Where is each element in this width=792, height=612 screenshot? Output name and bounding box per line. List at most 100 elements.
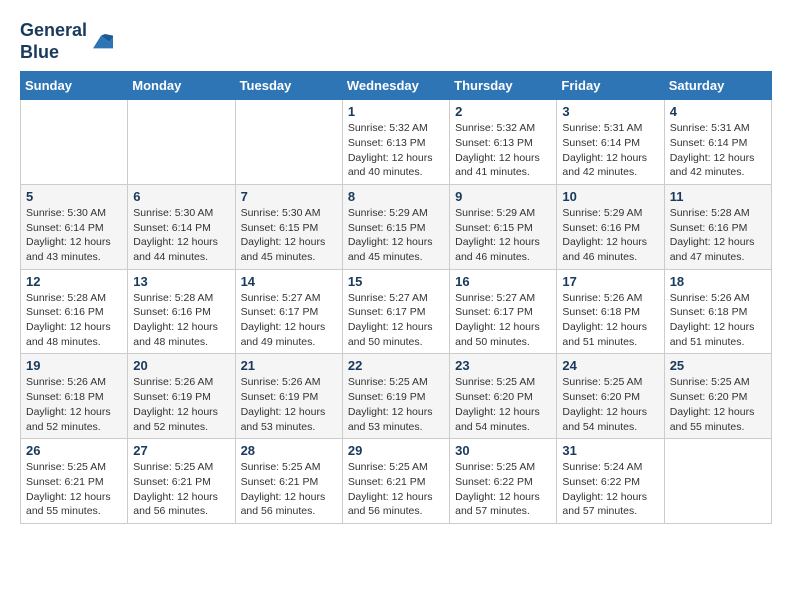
day-info: Sunrise: 5:26 AMSunset: 6:18 PMDaylight:… (562, 291, 658, 350)
day-info: Sunrise: 5:28 AMSunset: 6:16 PMDaylight:… (133, 291, 229, 350)
day-info: Sunrise: 5:25 AMSunset: 6:20 PMDaylight:… (670, 375, 766, 434)
day-number: 11 (670, 189, 766, 204)
day-info: Sunrise: 5:25 AMSunset: 6:21 PMDaylight:… (348, 460, 444, 519)
day-number: 28 (241, 443, 337, 458)
day-info: Sunrise: 5:30 AMSunset: 6:14 PMDaylight:… (26, 206, 122, 265)
day-info: Sunrise: 5:27 AMSunset: 6:17 PMDaylight:… (241, 291, 337, 350)
day-number: 21 (241, 358, 337, 373)
week-row-3: 12 Sunrise: 5:28 AMSunset: 6:16 PMDayligh… (21, 269, 772, 354)
week-row-5: 26 Sunrise: 5:25 AMSunset: 6:21 PMDayligh… (21, 439, 772, 524)
calendar-cell: 23 Sunrise: 5:25 AMSunset: 6:20 PMDayligh… (450, 354, 557, 439)
weekday-header-monday: Monday (128, 72, 235, 100)
weekday-header-thursday: Thursday (450, 72, 557, 100)
calendar-cell: 30 Sunrise: 5:25 AMSunset: 6:22 PMDayligh… (450, 439, 557, 524)
day-info: Sunrise: 5:28 AMSunset: 6:16 PMDaylight:… (670, 206, 766, 265)
calendar-cell: 2 Sunrise: 5:32 AMSunset: 6:13 PMDaylight… (450, 100, 557, 185)
calendar-cell: 26 Sunrise: 5:25 AMSunset: 6:21 PMDayligh… (21, 439, 128, 524)
day-number: 16 (455, 274, 551, 289)
day-number: 10 (562, 189, 658, 204)
calendar-cell: 19 Sunrise: 5:26 AMSunset: 6:18 PMDayligh… (21, 354, 128, 439)
day-number: 14 (241, 274, 337, 289)
day-info: Sunrise: 5:25 AMSunset: 6:22 PMDaylight:… (455, 460, 551, 519)
day-number: 6 (133, 189, 229, 204)
day-info: Sunrise: 5:32 AMSunset: 6:13 PMDaylight:… (455, 121, 551, 180)
day-info: Sunrise: 5:25 AMSunset: 6:21 PMDaylight:… (26, 460, 122, 519)
day-info: Sunrise: 5:25 AMSunset: 6:21 PMDaylight:… (133, 460, 229, 519)
calendar-cell (235, 100, 342, 185)
week-row-2: 5 Sunrise: 5:30 AMSunset: 6:14 PMDaylight… (21, 184, 772, 269)
day-number: 5 (26, 189, 122, 204)
day-number: 3 (562, 104, 658, 119)
day-info: Sunrise: 5:25 AMSunset: 6:19 PMDaylight:… (348, 375, 444, 434)
logo-icon (89, 30, 113, 54)
calendar-cell: 7Sunrise: 5:30 AMSunset: 6:15 PMDaylight… (235, 184, 342, 269)
calendar-cell: 6 Sunrise: 5:30 AMSunset: 6:14 PMDaylight… (128, 184, 235, 269)
weekday-header-wednesday: Wednesday (342, 72, 449, 100)
calendar-cell: 13 Sunrise: 5:28 AMSunset: 6:16 PMDayligh… (128, 269, 235, 354)
day-number: 1 (348, 104, 444, 119)
day-info: Sunrise: 5:29 AMSunset: 6:15 PMDaylight:… (348, 206, 444, 265)
calendar-cell: 9 Sunrise: 5:29 AMSunset: 6:15 PMDaylight… (450, 184, 557, 269)
calendar-cell: 21 Sunrise: 5:26 AMSunset: 6:19 PMDayligh… (235, 354, 342, 439)
day-number: 26 (26, 443, 122, 458)
day-info: Sunrise: 5:26 AMSunset: 6:18 PMDaylight:… (26, 375, 122, 434)
day-number: 20 (133, 358, 229, 373)
weekday-header-saturday: Saturday (664, 72, 771, 100)
calendar-cell (128, 100, 235, 185)
day-number: 15 (348, 274, 444, 289)
weekday-header-tuesday: Tuesday (235, 72, 342, 100)
calendar-cell: 5 Sunrise: 5:30 AMSunset: 6:14 PMDaylight… (21, 184, 128, 269)
day-info: Sunrise: 5:27 AMSunset: 6:17 PMDaylight:… (348, 291, 444, 350)
day-number: 17 (562, 274, 658, 289)
week-row-4: 19 Sunrise: 5:26 AMSunset: 6:18 PMDayligh… (21, 354, 772, 439)
calendar-cell: 1 Sunrise: 5:32 AMSunset: 6:13 PMDaylight… (342, 100, 449, 185)
day-info: Sunrise: 5:26 AMSunset: 6:19 PMDaylight:… (241, 375, 337, 434)
calendar-cell: 24Sunrise: 5:25 AMSunset: 6:20 PMDayligh… (557, 354, 664, 439)
day-number: 22 (348, 358, 444, 373)
calendar-cell: 4Sunrise: 5:31 AMSunset: 6:14 PMDaylight… (664, 100, 771, 185)
day-number: 4 (670, 104, 766, 119)
calendar-cell: 20 Sunrise: 5:26 AMSunset: 6:19 PMDayligh… (128, 354, 235, 439)
calendar-cell (664, 439, 771, 524)
calendar-cell: 10 Sunrise: 5:29 AMSunset: 6:16 PMDayligh… (557, 184, 664, 269)
calendar-table: SundayMondayTuesdayWednesdayThursdayFrid… (20, 71, 772, 524)
day-number: 9 (455, 189, 551, 204)
day-info: Sunrise: 5:30 AMSunset: 6:14 PMDaylight:… (133, 206, 229, 265)
calendar-cell: 15 Sunrise: 5:27 AMSunset: 6:17 PMDayligh… (342, 269, 449, 354)
day-info: Sunrise: 5:30 AMSunset: 6:15 PMDaylight:… (241, 206, 337, 265)
day-info: Sunrise: 5:26 AMSunset: 6:19 PMDaylight:… (133, 375, 229, 434)
day-info: Sunrise: 5:29 AMSunset: 6:16 PMDaylight:… (562, 206, 658, 265)
calendar-cell: 3Sunrise: 5:31 AMSunset: 6:14 PMDaylight… (557, 100, 664, 185)
calendar-cell: 27 Sunrise: 5:25 AMSunset: 6:21 PMDayligh… (128, 439, 235, 524)
day-number: 24 (562, 358, 658, 373)
day-number: 8 (348, 189, 444, 204)
week-row-1: 1 Sunrise: 5:32 AMSunset: 6:13 PMDaylight… (21, 100, 772, 185)
day-number: 19 (26, 358, 122, 373)
day-number: 31 (562, 443, 658, 458)
calendar-cell: 29Sunrise: 5:25 AMSunset: 6:21 PMDayligh… (342, 439, 449, 524)
day-number: 13 (133, 274, 229, 289)
day-info: Sunrise: 5:28 AMSunset: 6:16 PMDaylight:… (26, 291, 122, 350)
calendar-cell: 11 Sunrise: 5:28 AMSunset: 6:16 PMDayligh… (664, 184, 771, 269)
day-number: 30 (455, 443, 551, 458)
calendar-cell: 14 Sunrise: 5:27 AMSunset: 6:17 PMDayligh… (235, 269, 342, 354)
calendar-cell: 22 Sunrise: 5:25 AMSunset: 6:19 PMDayligh… (342, 354, 449, 439)
weekday-header-sunday: Sunday (21, 72, 128, 100)
day-number: 27 (133, 443, 229, 458)
day-number: 12 (26, 274, 122, 289)
calendar-cell: 17 Sunrise: 5:26 AMSunset: 6:18 PMDayligh… (557, 269, 664, 354)
day-info: Sunrise: 5:25 AMSunset: 6:21 PMDaylight:… (241, 460, 337, 519)
day-info: Sunrise: 5:26 AMSunset: 6:18 PMDaylight:… (670, 291, 766, 350)
weekday-header-friday: Friday (557, 72, 664, 100)
day-number: 2 (455, 104, 551, 119)
calendar-cell (21, 100, 128, 185)
day-info: Sunrise: 5:29 AMSunset: 6:15 PMDaylight:… (455, 206, 551, 265)
day-info: Sunrise: 5:32 AMSunset: 6:13 PMDaylight:… (348, 121, 444, 180)
day-number: 23 (455, 358, 551, 373)
page-header: GeneralBlue (20, 20, 772, 63)
day-number: 18 (670, 274, 766, 289)
calendar-cell: 8 Sunrise: 5:29 AMSunset: 6:15 PMDaylight… (342, 184, 449, 269)
calendar-cell: 28 Sunrise: 5:25 AMSunset: 6:21 PMDayligh… (235, 439, 342, 524)
logo: GeneralBlue (20, 20, 113, 63)
day-info: Sunrise: 5:25 AMSunset: 6:20 PMDaylight:… (455, 375, 551, 434)
